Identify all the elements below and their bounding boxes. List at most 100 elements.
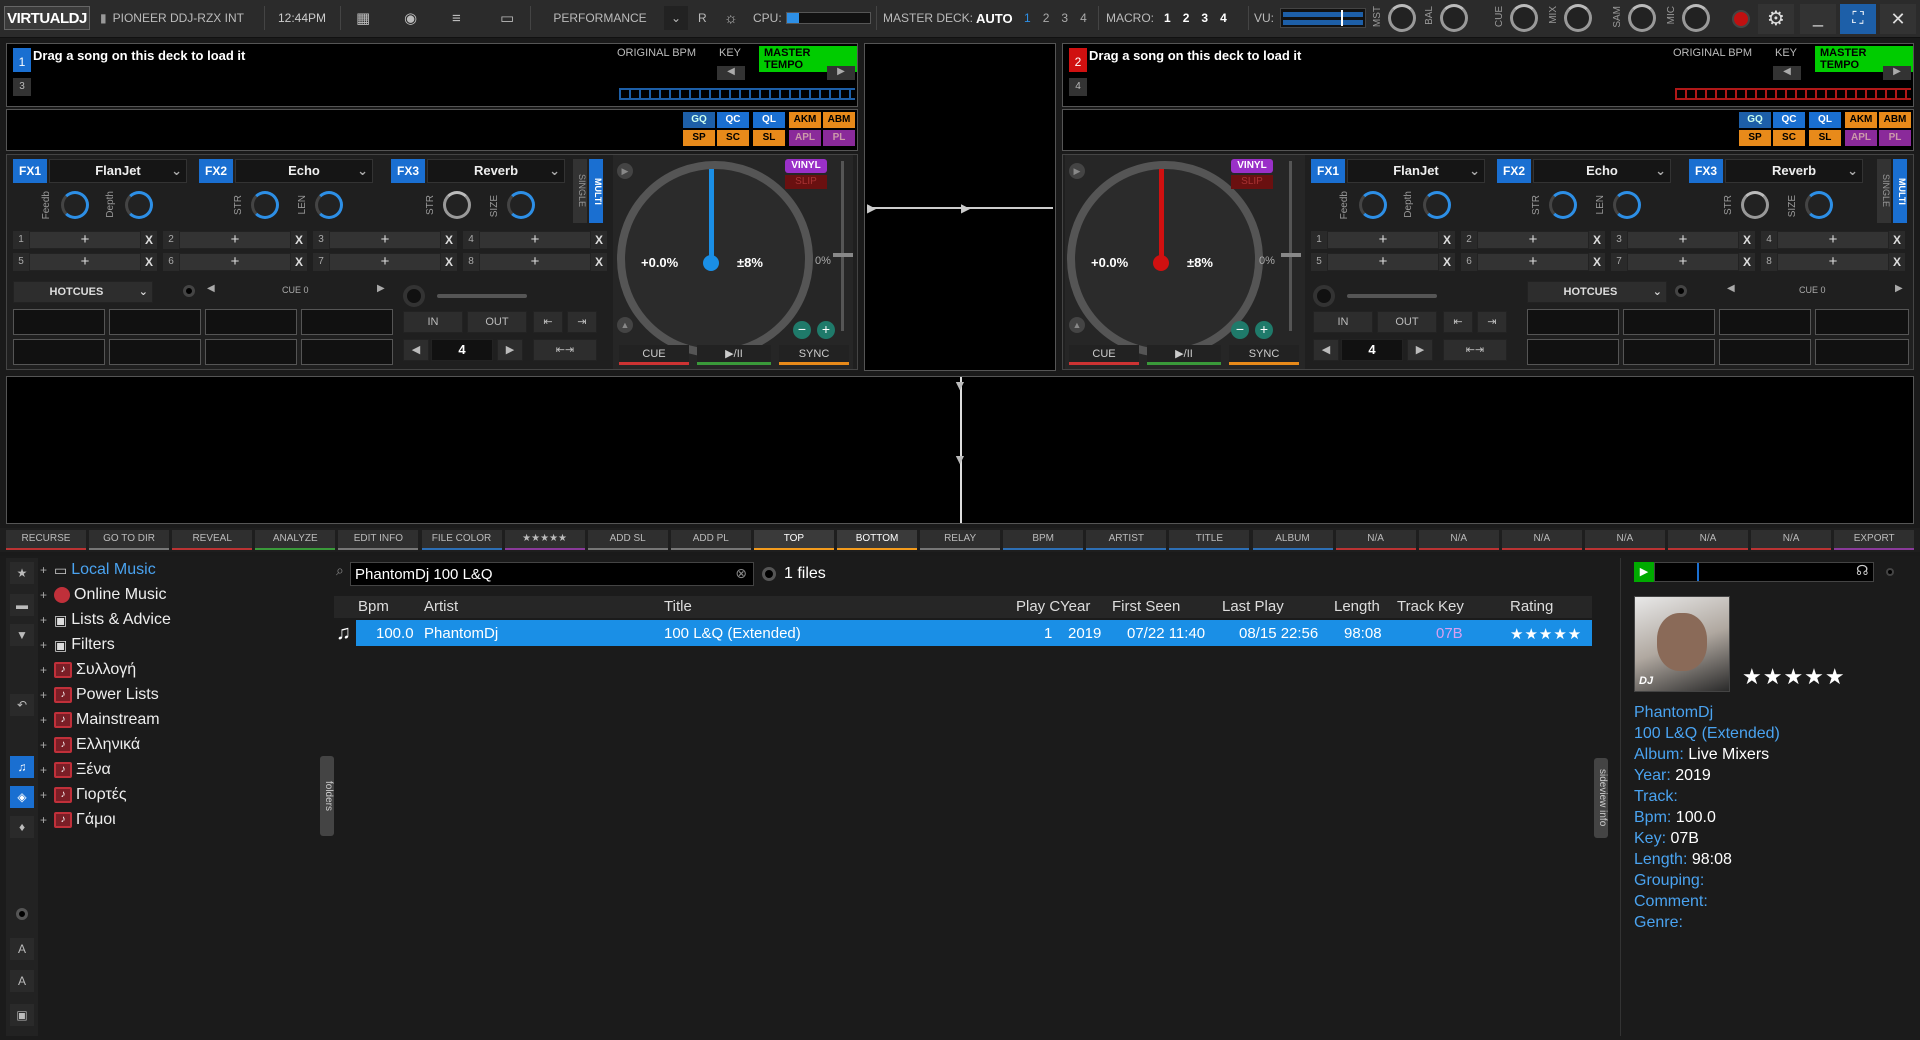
- close-icon[interactable]: X: [591, 253, 607, 271]
- deck2-eject-icon[interactable]: ▲: [1069, 317, 1085, 333]
- close-icon[interactable]: X: [1739, 253, 1755, 271]
- music-note-icon[interactable]: ♫: [10, 756, 34, 778]
- deck1-hotcue-8[interactable]: [301, 339, 393, 365]
- expand-icon[interactable]: +: [40, 788, 50, 802]
- close-icon[interactable]: X: [141, 253, 157, 271]
- sidebar-item-0[interactable]: + ▭ Local Music: [40, 558, 156, 582]
- deck1-loop-size[interactable]: 4: [431, 339, 493, 361]
- table-row[interactable]: [356, 620, 1592, 646]
- deck2-cue-next-icon[interactable]: ▶: [1895, 283, 1903, 294]
- deck1-slot-8[interactable]: +: [479, 253, 591, 271]
- deck1-hotcue-5[interactable]: [13, 339, 105, 365]
- column-header-9[interactable]: Key: [1438, 598, 1464, 615]
- deck2-pad-gq[interactable]: GQ: [1739, 112, 1771, 128]
- deck1-hotcue-1[interactable]: [13, 309, 105, 335]
- filter-icon[interactable]: ▼: [10, 624, 34, 646]
- deck1-key-up-icon[interactable]: ▶: [827, 66, 855, 80]
- deck2-slot-1[interactable]: +: [1327, 231, 1439, 249]
- deck2-pitch-slider-track[interactable]: [1289, 161, 1292, 331]
- deck2-multi-button[interactable]: MULTI: [1893, 159, 1907, 223]
- master-volume-knob[interactable]: [1388, 4, 1416, 32]
- deck1-cue-button[interactable]: CUE: [619, 345, 689, 365]
- deck1-hotcue-4[interactable]: [301, 309, 393, 335]
- deck2-pad-sl[interactable]: SL: [1809, 130, 1841, 146]
- deck2-pad-ql[interactable]: QL: [1809, 112, 1841, 128]
- settings-gear-icon[interactable]: ⚙: [1758, 4, 1794, 34]
- sidebar-item-1[interactable]: + Online Music: [40, 583, 166, 607]
- deck1-pad-qc[interactable]: QC: [717, 112, 749, 128]
- mic-icon[interactable]: ♦: [10, 816, 34, 838]
- info-rating[interactable]: ★★★★★: [1742, 664, 1846, 690]
- macro-numbers[interactable]: 1234: [1158, 6, 1233, 30]
- deck1-pitch-range[interactable]: ±8%: [737, 255, 763, 270]
- master-2[interactable]: 2: [1043, 11, 1050, 25]
- deck1-slot-4[interactable]: +: [479, 231, 591, 249]
- expand-icon[interactable]: +: [40, 563, 50, 577]
- close-icon[interactable]: X: [291, 253, 307, 271]
- deck1-loop-move-icon[interactable]: ⇤⇥: [533, 339, 597, 361]
- deck1-loop-in-button[interactable]: IN: [403, 311, 463, 333]
- expand-icon[interactable]: +: [40, 713, 50, 727]
- deck1-fx2-knob1[interactable]: [251, 191, 279, 219]
- column-header-0[interactable]: Bpm: [358, 598, 389, 615]
- deck1-pad-pl[interactable]: PL: [823, 130, 855, 146]
- sidebar-item-5[interactable]: + ♪ Power Lists: [40, 683, 159, 707]
- deck1-fx1-select[interactable]: FlanJet ⌄: [49, 159, 187, 183]
- deck2-pitch-minus-icon[interactable]: −: [1231, 321, 1249, 339]
- headphones-icon[interactable]: ☊: [1856, 562, 1868, 579]
- deck1-loop-half-icon[interactable]: ◀: [403, 339, 429, 361]
- deck2-pad-akm[interactable]: AKM: [1845, 112, 1877, 128]
- close-icon[interactable]: ✕: [1880, 4, 1916, 34]
- column-header-8[interactable]: Track: [1397, 598, 1434, 615]
- deck2-slot-8[interactable]: +: [1777, 253, 1889, 271]
- toolbar-button-8[interactable]: ADD PL: [670, 530, 751, 550]
- deck2-hotcue-2[interactable]: [1623, 309, 1715, 335]
- deck2-slot-6[interactable]: +: [1477, 253, 1589, 271]
- deck1-slot-7[interactable]: +: [329, 253, 441, 271]
- close-icon[interactable]: X: [1589, 253, 1605, 271]
- deck1-pad-abm[interactable]: ABM: [823, 112, 855, 128]
- deck2-fx2-knob1[interactable]: [1549, 191, 1577, 219]
- toolbar-button-1[interactable]: GO TO DIR: [89, 530, 170, 550]
- database-icon[interactable]: ≡: [452, 6, 461, 30]
- deck2-pitch-range[interactable]: ±8%: [1187, 255, 1213, 270]
- deck2-pad-abm[interactable]: ABM: [1879, 112, 1911, 128]
- deck2-play-small-icon[interactable]: ▶: [1069, 163, 1085, 179]
- deck2-info-panel[interactable]: 2 4 Drag a song on this deck to load it …: [1062, 43, 1914, 107]
- deck2-pad-pl[interactable]: PL: [1879, 130, 1911, 146]
- deck1-fx3-button[interactable]: FX3: [391, 159, 425, 183]
- master-4[interactable]: 4: [1080, 11, 1087, 25]
- master-auto[interactable]: AUTO: [976, 6, 1013, 30]
- deck2-loop-move-icon[interactable]: ⇤⇥: [1443, 339, 1507, 361]
- deck2-fx2-select[interactable]: Echo ⌄: [1533, 159, 1671, 183]
- deck1-slot-6[interactable]: +: [179, 253, 291, 271]
- deck1-sub-number[interactable]: 3: [13, 78, 31, 96]
- macro-3[interactable]: 3: [1201, 11, 1208, 25]
- deck2-loop-out-button[interactable]: OUT: [1377, 311, 1437, 333]
- deck1-fx1-button[interactable]: FX1: [13, 159, 47, 183]
- close-icon[interactable]: X: [1589, 231, 1605, 249]
- sampler-volume-knob[interactable]: [1628, 4, 1656, 32]
- deck1-pad-sp[interactable]: SP: [683, 130, 715, 146]
- deck2-fx3-button[interactable]: FX3: [1689, 159, 1723, 183]
- deck2-hotcue-4[interactable]: [1815, 309, 1909, 335]
- master-1[interactable]: 1: [1024, 11, 1031, 25]
- expand-icon[interactable]: +: [40, 613, 50, 627]
- deck2-number[interactable]: 2: [1069, 48, 1087, 72]
- sidebar-item-8[interactable]: + ♪ Ξένα: [40, 758, 111, 782]
- deck1-loop-back-icon[interactable]: ⇤: [533, 311, 563, 333]
- toolbar-button-21[interactable]: N/A: [1751, 530, 1832, 550]
- deck2-loop-double-icon[interactable]: ▶: [1407, 339, 1433, 361]
- search-input[interactable]: PhantomDj 100 L&Q ⊗: [350, 562, 754, 586]
- deck1-loop-out-button[interactable]: OUT: [467, 311, 527, 333]
- deck1-slip-button[interactable]: SLIP: [785, 175, 827, 189]
- close-icon[interactable]: X: [1439, 253, 1455, 271]
- drive-icon[interactable]: ▬: [10, 594, 34, 616]
- deck2-key-down-icon[interactable]: ◀: [1773, 66, 1801, 80]
- deck1-fx2-button[interactable]: FX2: [199, 159, 233, 183]
- deck1-hotcue-2[interactable]: [109, 309, 201, 335]
- toolbar-button-2[interactable]: REVEAL: [172, 530, 253, 550]
- deck1-fx1-knob1[interactable]: [61, 191, 89, 219]
- sidebar-item-4[interactable]: + ♪ Συλλογή: [40, 658, 136, 682]
- deck1-pad-sl[interactable]: SL: [753, 130, 785, 146]
